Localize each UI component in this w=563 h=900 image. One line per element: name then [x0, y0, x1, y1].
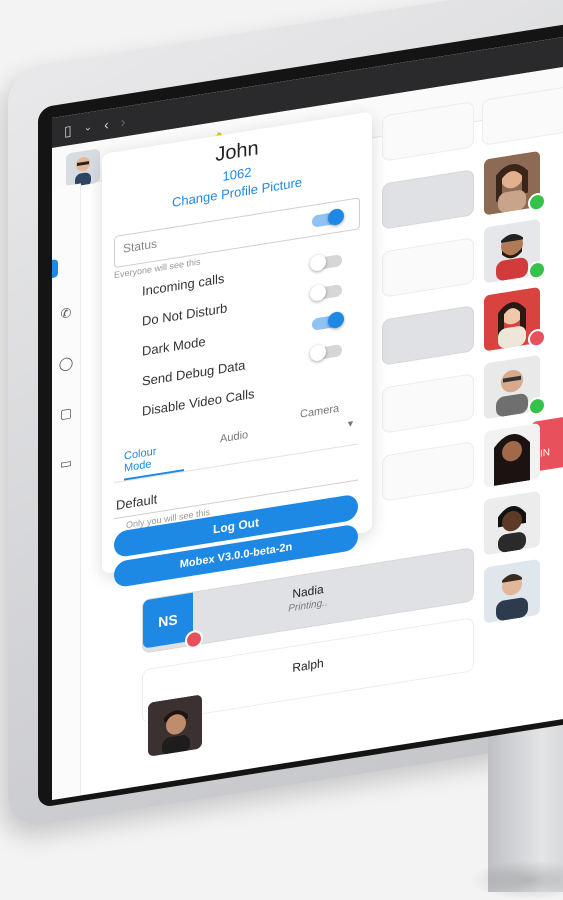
- status-label: Status: [123, 236, 158, 256]
- online-status-dot: [528, 395, 546, 417]
- tab-audio[interactable]: Audio: [220, 429, 248, 445]
- stand-shadow: [470, 860, 563, 900]
- send-debug-data-toggle[interactable]: [310, 343, 342, 363]
- incoming-call-label: IN: [540, 447, 550, 460]
- sidebar-icon[interactable]: ▯: [64, 121, 72, 139]
- contact-photo[interactable]: [484, 558, 540, 624]
- busy-status-dot: [185, 629, 203, 650]
- toggle-knob: [310, 343, 326, 363]
- toggle-knob: [310, 283, 326, 303]
- toggle-knob: [310, 253, 326, 273]
- incoming-calls-toggle[interactable]: [310, 253, 342, 273]
- contact-card[interactable]: [382, 237, 474, 298]
- do-not-disturb-label: Do Not Disturb: [142, 300, 228, 329]
- contact-photo[interactable]: [484, 490, 540, 556]
- chevron-down-icon[interactable]: ▼: [346, 418, 355, 429]
- user-avatar[interactable]: [66, 148, 100, 188]
- app-screen: ▯ ⌄ ‹ › 123451014 🔔 ✆ ◯ ▢ ▭: [52, 22, 563, 800]
- active-rail-indicator: [52, 259, 58, 279]
- chevron-down-icon[interactable]: ⌄: [84, 121, 92, 133]
- colour-mode-value: Default: [116, 491, 158, 513]
- contact-card[interactable]: [382, 305, 474, 366]
- dark-mode-label: Dark Mode: [142, 333, 206, 359]
- busy-status-dot: [528, 327, 546, 349]
- chat-icon[interactable]: ▢: [58, 405, 74, 424]
- contacts-icon[interactable]: ◯: [58, 355, 74, 374]
- disable-video-calls-label: Disable Video Calls: [142, 385, 255, 419]
- online-status-dot: [528, 191, 546, 213]
- online-status-dot: [528, 259, 546, 281]
- tab-camera[interactable]: Camera: [300, 403, 339, 421]
- dark-mode-toggle[interactable]: [312, 310, 344, 331]
- contact-photo[interactable]: [484, 422, 540, 488]
- do-not-disturb-toggle[interactable]: [310, 283, 342, 303]
- back-icon[interactable]: ‹: [104, 116, 109, 133]
- forward-icon[interactable]: ›: [121, 113, 126, 130]
- phone-icon[interactable]: ✆: [58, 305, 74, 324]
- contact-card[interactable]: [382, 169, 474, 230]
- contact-card[interactable]: [382, 373, 474, 434]
- send-debug-data-label: Send Debug Data: [142, 357, 246, 389]
- toggle-knob: [328, 310, 344, 330]
- left-rail: ✆ ◯ ▢ ▭: [52, 183, 81, 800]
- incoming-calls-label: Incoming calls: [142, 270, 225, 299]
- profile-panel: John 1062 Change Profile Picture Status …: [102, 111, 372, 589]
- contact-card[interactable]: [382, 441, 474, 502]
- contact-photo[interactable]: [148, 694, 202, 757]
- folder-icon[interactable]: ▭: [58, 455, 74, 474]
- tab-colour-mode[interactable]: Colour Mode: [124, 441, 184, 481]
